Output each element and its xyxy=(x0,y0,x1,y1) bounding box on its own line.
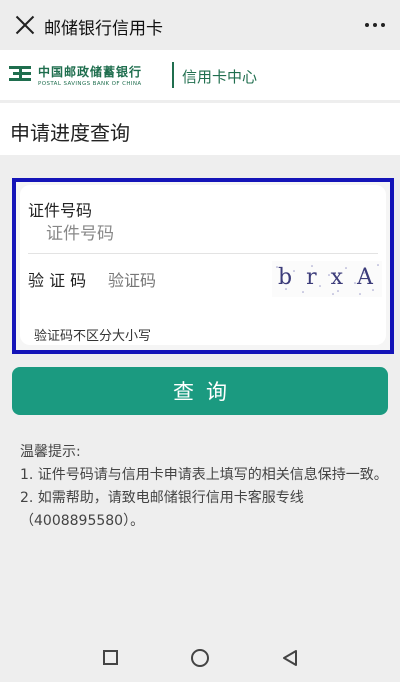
captcha-image[interactable]: brxA xyxy=(272,261,382,297)
brand-center-label: 信用卡中心 xyxy=(182,68,258,86)
captcha-text: brxA xyxy=(278,265,387,290)
id-number-label: 证件号码 xyxy=(28,201,93,220)
square-icon[interactable] xyxy=(103,650,118,665)
more-icon[interactable] xyxy=(362,14,388,36)
app-top-bar: 邮储银行信用卡 xyxy=(0,0,400,50)
system-nav-bar xyxy=(0,630,400,682)
captcha-input[interactable] xyxy=(108,268,248,292)
tips-heading: 温馨提示: xyxy=(20,444,81,460)
triangle-back-icon[interactable] xyxy=(280,648,300,668)
query-button[interactable]: 查询 xyxy=(12,367,388,415)
brand-divider xyxy=(172,62,174,88)
close-icon[interactable] xyxy=(12,12,38,38)
brand-bar: 中国邮政储蓄银行 POSTAL SAVINGS BANK OF CHINA 信用… xyxy=(0,50,400,100)
id-number-input[interactable] xyxy=(46,221,366,247)
form-divider xyxy=(28,253,378,254)
faint-footer xyxy=(100,564,300,580)
captcha-note: 验证码不区分大小写 xyxy=(34,329,152,344)
tip-item: 1. 证件号码请与信用卡申请表上填写的相关信息保持一致。 xyxy=(20,467,388,483)
window-title: 邮储银行信用卡 xyxy=(44,19,163,39)
tips-section: 温馨提示: 1. 证件号码请与信用卡申请表上填写的相关信息保持一致。 2. 如需… xyxy=(20,441,388,533)
tip-item: 2. 如需帮助，请致电邮储银行信用卡客服专线（4008895580）。 xyxy=(20,490,304,529)
query-form: 证件号码 验 证 码 brxA 验证码不区分大小写 xyxy=(20,185,386,345)
circle-icon[interactable] xyxy=(191,649,209,667)
captcha-label: 验 证 码 xyxy=(28,271,87,290)
postal-logo-icon xyxy=(9,66,31,81)
form-highlight: 证件号码 验 证 码 brxA 验证码不区分大小写 xyxy=(12,178,394,354)
brand-name-cn: 中国邮政储蓄银行 xyxy=(38,65,143,79)
page-title: 申请进度查询 xyxy=(10,121,130,145)
brand-name-en: POSTAL SAVINGS BANK OF CHINA xyxy=(38,81,142,87)
page-header: 申请进度查询 xyxy=(0,103,400,155)
